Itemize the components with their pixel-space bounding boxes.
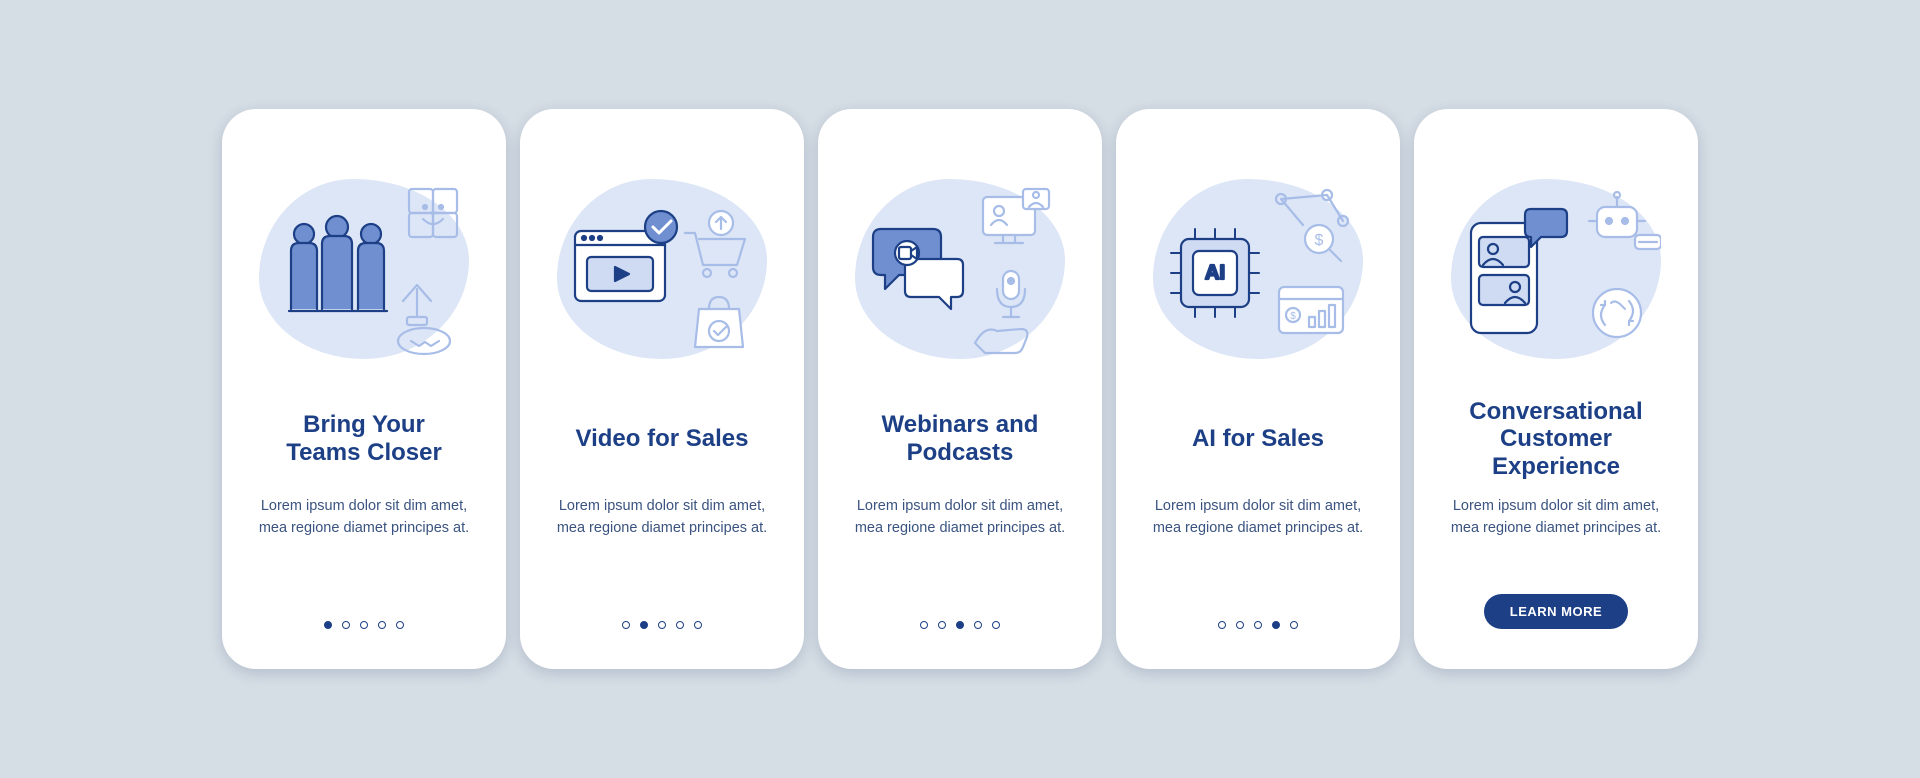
card-description: Lorem ipsum dolor sit dim amet, mea regi… [244,495,484,621]
teams-together-icon [259,179,469,359]
card-description: Lorem ipsum dolor sit dim amet, mea regi… [1138,495,1378,621]
video-sales-icon [557,179,767,359]
pagination-dots [622,621,702,629]
card-description: Lorem ipsum dolor sit dim amet, mea regi… [1436,495,1676,594]
onboarding-card-4: AI $ $ [1116,109,1400,669]
dot-3[interactable] [360,621,368,629]
onboarding-card-1: Bring Your Teams Closer Lorem ipsum dolo… [222,109,506,669]
dot-2[interactable] [938,621,946,629]
onboarding-card-3: Webinars and Podcasts Lorem ipsum dolor … [818,109,1102,669]
pagination-dots [324,621,404,629]
pagination-dots [1218,621,1298,629]
dot-4[interactable] [1272,621,1280,629]
dot-1[interactable] [1218,621,1226,629]
dot-1[interactable] [622,621,630,629]
card-title: Webinars and Podcasts [882,397,1039,481]
dot-5[interactable] [992,621,1000,629]
svg-text:$: $ [1290,311,1296,322]
illustration [254,169,474,369]
dot-2[interactable] [640,621,648,629]
dot-4[interactable] [378,621,386,629]
dot-3[interactable] [956,621,964,629]
card-title: Conversational Customer Experience [1469,397,1642,481]
ai-sales-icon: AI $ $ [1153,179,1363,359]
onboarding-card-5: Conversational Customer Experience Lorem… [1414,109,1698,669]
dot-3[interactable] [1254,621,1262,629]
dot-5[interactable] [1290,621,1298,629]
dot-3[interactable] [658,621,666,629]
card-title: Video for Sales [576,397,749,481]
card-title: AI for Sales [1192,397,1324,481]
svg-text:$: $ [1315,232,1324,249]
dot-4[interactable] [676,621,684,629]
card-description: Lorem ipsum dolor sit dim amet, mea regi… [542,495,782,621]
pagination-dots [920,621,1000,629]
learn-more-button[interactable]: LEARN MORE [1484,594,1628,629]
card-title: Bring Your Teams Closer [286,397,442,481]
illustration [850,169,1070,369]
dot-1[interactable] [324,621,332,629]
webinars-podcasts-icon [855,179,1065,359]
dot-4[interactable] [974,621,982,629]
illustration [552,169,772,369]
conversational-cx-icon [1451,179,1661,359]
dot-2[interactable] [1236,621,1244,629]
illustration: AI $ $ [1148,169,1368,369]
dot-2[interactable] [342,621,350,629]
svg-text:AI: AI [1205,262,1225,284]
dot-5[interactable] [694,621,702,629]
illustration [1446,169,1666,369]
onboarding-card-2: Video for Sales Lorem ipsum dolor sit di… [520,109,804,669]
card-description: Lorem ipsum dolor sit dim amet, mea regi… [840,495,1080,621]
dot-5[interactable] [396,621,404,629]
dot-1[interactable] [920,621,928,629]
